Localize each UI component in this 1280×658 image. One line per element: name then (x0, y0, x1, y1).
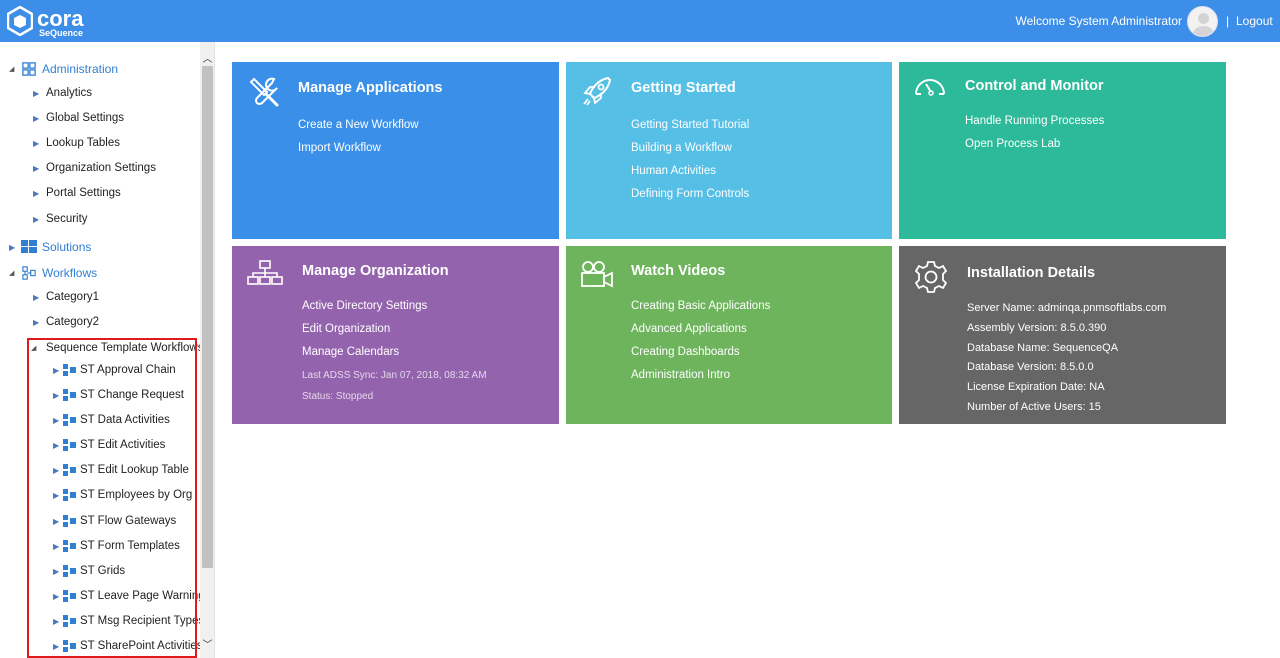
import-workflow-link[interactable]: Import Workflow (298, 142, 381, 154)
solutions-grid-icon (21, 240, 37, 253)
manage-calendars-link[interactable]: Manage Calendars (302, 346, 399, 358)
building-workflow-link[interactable]: Building a Workflow (631, 142, 732, 154)
tools-icon (249, 77, 279, 107)
tile-manage-organization: Manage Organization Active Directory Set… (232, 246, 559, 424)
tile-title: Installation Details (967, 265, 1096, 281)
tile-title: Control and Monitor (965, 78, 1104, 94)
last-sync-text: Last ADSS Sync: Jan 07, 2018, 08:32 AM (302, 370, 487, 381)
collapsed-arrow-icon[interactable]: ▶ (9, 243, 19, 252)
database-version-text: Database Version: 8.5.0.0 (967, 361, 1094, 373)
cora-sequence-logo[interactable]: cora SeQuence (6, 4, 86, 38)
sidebar-scrollbar[interactable]: ︿ ﹀ (200, 42, 214, 658)
logout-link[interactable]: Logout (1236, 14, 1273, 28)
tree-node-portal-settings[interactable]: ▶ Portal Settings (33, 183, 121, 203)
top-header: cora SeQuence Welcome System Administrat… (0, 0, 1280, 42)
tree-label: Global Settings (46, 112, 124, 124)
tree-label: Category2 (46, 316, 100, 328)
dashboard-grid-icon (22, 62, 36, 76)
create-workflow-link[interactable]: Create a New Workflow (298, 119, 419, 131)
cube-logo-icon (7, 6, 33, 36)
expanded-arrow-icon[interactable]: ◢ (9, 269, 19, 277)
tree-label: Organization Settings (46, 162, 156, 174)
open-process-lab-link[interactable]: Open Process Lab (965, 138, 1060, 150)
creating-dashboards-link[interactable]: Creating Dashboards (631, 346, 740, 358)
human-activities-link[interactable]: Human Activities (631, 165, 716, 177)
avatar-body-icon (1193, 26, 1214, 36)
tree-label: Security (46, 213, 88, 225)
gauge-icon (915, 79, 945, 96)
handle-running-processes-link[interactable]: Handle Running Processes (965, 115, 1104, 127)
collapsed-arrow-icon[interactable]: ▶ (33, 139, 43, 148)
tree-node-workflows[interactable]: ◢ Workflows (9, 263, 97, 283)
tree-node-solutions[interactable]: ▶ Solutions (9, 237, 91, 257)
tree-node-global-settings[interactable]: ▶ Global Settings (33, 108, 124, 128)
active-users-text: Number of Active Users: 15 (967, 401, 1101, 413)
header-separator: | (1226, 14, 1230, 28)
scroll-down-arrow-icon[interactable]: ﹀ (200, 636, 214, 651)
license-expiration-text: License Expiration Date: NA (967, 381, 1105, 393)
tree-node-security[interactable]: ▶ Security (33, 209, 88, 229)
assembly-version-text: Assembly Version: 8.5.0.390 (967, 322, 1107, 334)
tree-node-administration[interactable]: ◢ Administration (9, 59, 118, 79)
sync-status-text: Status: Stopped (302, 391, 374, 402)
tree-node-organization-settings[interactable]: ▶ Organization Settings (33, 158, 156, 178)
tile-title: Getting Started (631, 80, 736, 96)
tree-node-analytics[interactable]: ▶ Analytics (33, 83, 92, 103)
tree-node-lookup-tables[interactable]: ▶ Lookup Tables (33, 133, 120, 153)
video-camera-icon (581, 261, 613, 288)
org-chart-icon (247, 260, 283, 285)
tile-title: Manage Applications (298, 80, 443, 96)
tile-installation-details: Installation Details Server Name: adminq… (899, 246, 1226, 424)
creating-basic-applications-link[interactable]: Creating Basic Applications (631, 300, 770, 312)
gear-icon (914, 261, 948, 293)
welcome-text: Welcome System Administrator (1015, 14, 1183, 28)
database-name-text: Database Name: SequenceQA (967, 342, 1119, 354)
tile-title: Watch Videos (631, 263, 726, 279)
tree-label-administration: Administration (42, 62, 119, 76)
logo-subtext: SeQuence (39, 28, 84, 38)
tree-label: Category1 (46, 291, 100, 303)
user-avatar[interactable] (1187, 6, 1218, 37)
navigation-sidebar: ◢ Administration ▶ Analytics ▶ Global Se… (0, 42, 215, 658)
tile-control-and-monitor: Control and Monitor Handle Running Proce… (899, 62, 1226, 239)
tile-watch-videos: Watch Videos Creating Basic Applications… (566, 246, 892, 424)
collapsed-arrow-icon[interactable]: ▶ (33, 114, 43, 123)
tile-title: Manage Organization (302, 263, 449, 279)
tree-node-category1[interactable]: ▶ Category1 (33, 287, 99, 307)
tile-manage-applications: Manage Applications Create a New Workflo… (232, 62, 559, 239)
workflow-diagram-icon (22, 266, 36, 280)
tree-label: Analytics (46, 87, 93, 99)
tree-label: Lookup Tables (46, 137, 120, 149)
collapsed-arrow-icon[interactable]: ▶ (33, 89, 43, 98)
tree-label-workflows: Workflows (42, 266, 98, 280)
expanded-arrow-icon[interactable]: ◢ (9, 65, 19, 73)
advanced-applications-link[interactable]: Advanced Applications (631, 323, 747, 335)
rocket-icon (583, 76, 612, 106)
collapsed-arrow-icon[interactable]: ▶ (33, 189, 43, 198)
administration-intro-link[interactable]: Administration Intro (631, 369, 730, 381)
collapsed-arrow-icon[interactable]: ▶ (33, 215, 43, 224)
scroll-thumb[interactable] (202, 66, 213, 568)
edit-organization-link[interactable]: Edit Organization (302, 323, 390, 335)
collapsed-arrow-icon[interactable]: ▶ (33, 164, 43, 173)
avatar-head-icon (1198, 13, 1209, 24)
scroll-up-arrow-icon[interactable]: ︿ (200, 50, 214, 65)
collapsed-arrow-icon[interactable]: ▶ (33, 318, 43, 327)
getting-started-tutorial-link[interactable]: Getting Started Tutorial (631, 119, 749, 131)
tree-node-category2[interactable]: ▶ Category2 (33, 312, 99, 332)
active-directory-settings-link[interactable]: Active Directory Settings (302, 300, 427, 312)
tree-label-solutions: Solutions (42, 240, 92, 254)
server-name-text: Server Name: adminqa.pnmsoftlabs.com (967, 302, 1167, 314)
highlight-box (27, 338, 197, 658)
tile-getting-started: Getting Started Getting Started Tutorial… (566, 62, 892, 239)
defining-form-controls-link[interactable]: Defining Form Controls (631, 188, 749, 200)
collapsed-arrow-icon[interactable]: ▶ (33, 293, 43, 302)
tree-label: Portal Settings (46, 187, 121, 199)
